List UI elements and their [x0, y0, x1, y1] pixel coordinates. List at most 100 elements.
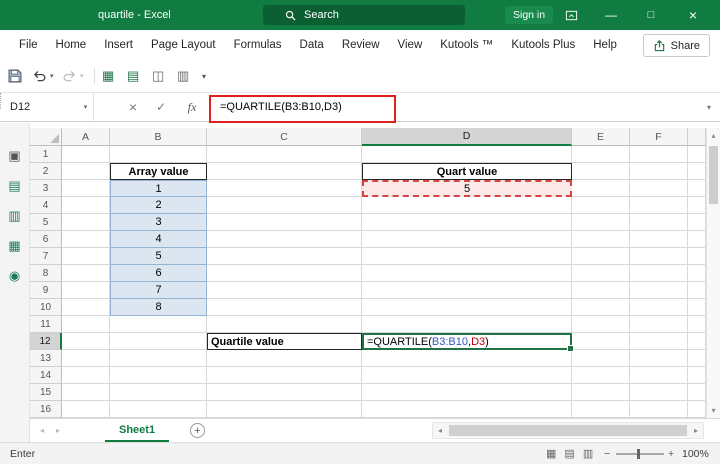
nav-columns-icon[interactable]: ▥	[8, 209, 20, 222]
cell-E11[interactable]	[572, 316, 630, 333]
cell-partial[interactable]	[688, 367, 706, 384]
row-header-4[interactable]: 4	[30, 197, 62, 214]
cell-C11[interactable]	[207, 316, 362, 333]
cell-C14[interactable]	[207, 367, 362, 384]
cell-D8[interactable]	[362, 265, 572, 282]
cell-F12[interactable]	[630, 333, 688, 350]
cell-F3[interactable]	[630, 180, 688, 197]
cell-A9[interactable]	[62, 282, 110, 299]
cell-A4[interactable]	[62, 197, 110, 214]
scroll-down-icon[interactable]: ▾	[707, 406, 720, 415]
cell-D6[interactable]	[362, 231, 572, 248]
row-header-10[interactable]: 10	[30, 299, 62, 316]
cell-F14[interactable]	[630, 367, 688, 384]
cell-D9[interactable]	[362, 282, 572, 299]
column-header-E[interactable]: E	[572, 128, 630, 146]
sheet-tab-sheet1[interactable]: Sheet1	[105, 419, 169, 442]
cell-E10[interactable]	[572, 299, 630, 316]
cell-C10[interactable]	[207, 299, 362, 316]
maximize-button[interactable]: □	[636, 0, 666, 30]
cell-D5[interactable]	[362, 214, 572, 231]
tab-file[interactable]: File	[10, 30, 47, 60]
sheet-nav-right-icon[interactable]: ▸	[56, 419, 60, 442]
cell-B13[interactable]	[110, 350, 207, 367]
cell-B5[interactable]: 3	[110, 214, 207, 231]
cell-E3[interactable]	[572, 180, 630, 197]
nav-names-icon[interactable]: ▦	[8, 239, 20, 252]
cell-B4[interactable]: 2	[110, 197, 207, 214]
insert-function-icon[interactable]: fx	[178, 93, 206, 121]
cell-B2[interactable]: Array value	[110, 163, 207, 180]
name-box-dropdown-icon[interactable]: ▾	[78, 93, 94, 121]
tab-help[interactable]: Help	[584, 30, 626, 60]
cell-partial[interactable]	[688, 384, 706, 401]
qat-cells-icon[interactable]: ▥	[177, 60, 189, 92]
tab-data[interactable]: Data	[291, 30, 333, 60]
cell-partial[interactable]	[688, 197, 706, 214]
cell-D15[interactable]	[362, 384, 572, 401]
cell-partial[interactable]	[688, 163, 706, 180]
cell-F6[interactable]	[630, 231, 688, 248]
cell-B6[interactable]: 4	[110, 231, 207, 248]
cell-F2[interactable]	[630, 163, 688, 180]
cell-A8[interactable]	[62, 265, 110, 282]
cell-E2[interactable]	[572, 163, 630, 180]
cell-E6[interactable]	[572, 231, 630, 248]
tab-view[interactable]: View	[389, 30, 432, 60]
cell-C8[interactable]	[207, 265, 362, 282]
cell-D16[interactable]	[362, 401, 572, 418]
row-header-12[interactable]: 12	[30, 333, 62, 350]
cell-C9[interactable]	[207, 282, 362, 299]
tab-page-layout[interactable]: Page Layout	[142, 30, 225, 60]
sheet-nav-left-icon[interactable]: ◂	[40, 419, 44, 442]
row-header-8[interactable]: 8	[30, 265, 62, 282]
cell-F4[interactable]	[630, 197, 688, 214]
new-sheet-button[interactable]: +	[190, 423, 205, 438]
close-button[interactable]: ×	[678, 0, 708, 30]
cell-D4[interactable]	[362, 197, 572, 214]
cell-F11[interactable]	[630, 316, 688, 333]
cell-partial[interactable]	[688, 146, 706, 163]
cell-A5[interactable]	[62, 214, 110, 231]
cell-E13[interactable]	[572, 350, 630, 367]
row-header-13[interactable]: 13	[30, 350, 62, 367]
cell-D3[interactable]: 5	[362, 180, 572, 197]
enter-icon[interactable]: ✓	[148, 93, 174, 121]
row-header-1[interactable]: 1	[30, 146, 62, 163]
cell-partial[interactable]	[688, 180, 706, 197]
cell-partial[interactable]	[688, 299, 706, 316]
cell-A14[interactable]	[62, 367, 110, 384]
cell-C3[interactable]	[207, 180, 362, 197]
cell-D2[interactable]: Quart value	[362, 163, 572, 180]
scroll-up-icon[interactable]: ▴	[707, 131, 720, 140]
cell-C7[interactable]	[207, 248, 362, 265]
cell-partial[interactable]	[688, 248, 706, 265]
cell-C6[interactable]	[207, 231, 362, 248]
undo-button[interactable]	[32, 60, 47, 92]
cell-A7[interactable]	[62, 248, 110, 265]
fill-handle[interactable]	[567, 345, 574, 352]
cell-F1[interactable]	[630, 146, 688, 163]
cell-D14[interactable]	[362, 367, 572, 384]
vertical-scrollbar[interactable]: ▴ ▾	[706, 128, 720, 418]
cell-partial[interactable]	[688, 350, 706, 367]
cell-B16[interactable]	[110, 401, 207, 418]
row-header-15[interactable]: 15	[30, 384, 62, 401]
row-header-11[interactable]: 11	[30, 316, 62, 333]
cell-partial[interactable]	[688, 316, 706, 333]
nav-worksheet-icon[interactable]: ▤	[8, 179, 20, 192]
cell-partial[interactable]	[688, 401, 706, 418]
cell-C5[interactable]	[207, 214, 362, 231]
row-header-6[interactable]: 6	[30, 231, 62, 248]
cell-E16[interactable]	[572, 401, 630, 418]
formula-bar-text[interactable]: =QUARTILE(B3:B10,D3)	[210, 93, 698, 121]
vertical-scroll-thumb[interactable]	[709, 146, 718, 204]
cell-C4[interactable]	[207, 197, 362, 214]
cell-D13[interactable]	[362, 350, 572, 367]
cell-B3[interactable]: 1	[110, 180, 207, 197]
cell-A15[interactable]	[62, 384, 110, 401]
select-all-corner[interactable]	[30, 128, 62, 146]
cell-D10[interactable]	[362, 299, 572, 316]
cell-partial[interactable]	[688, 214, 706, 231]
cell-A1[interactable]	[62, 146, 110, 163]
